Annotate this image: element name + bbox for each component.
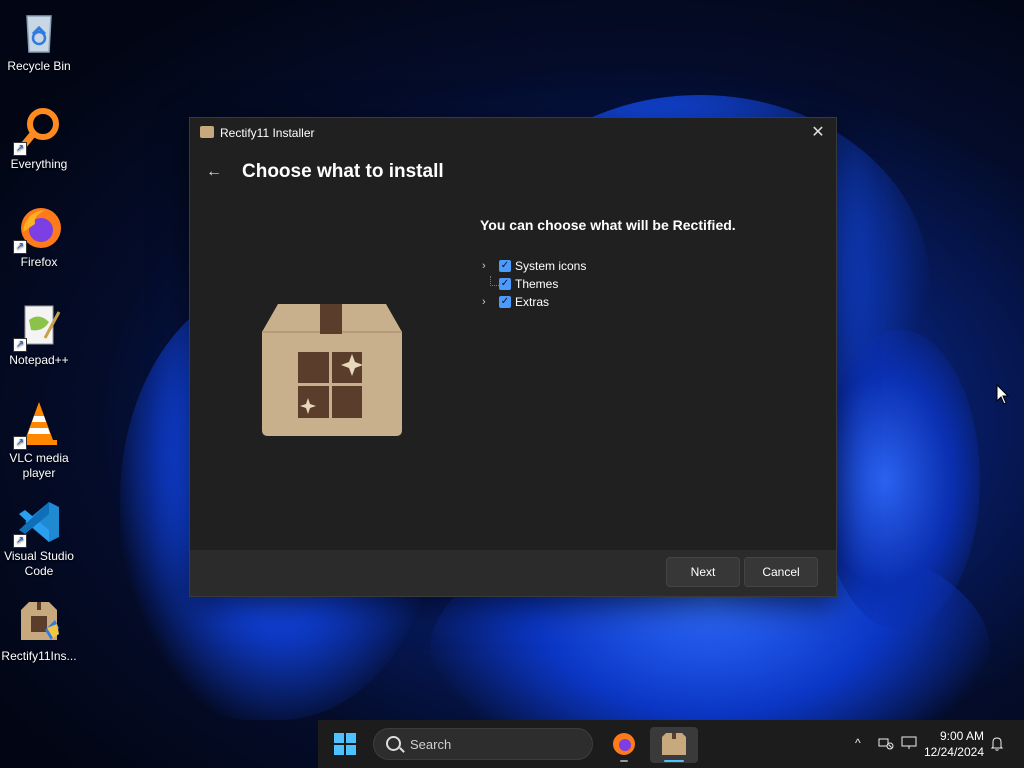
taskbar-clock[interactable]: 9:00 AM 12/24/2024 [918, 728, 984, 760]
checkbox-checked[interactable]: ✓ [499, 278, 511, 290]
desktop-icon-firefox[interactable]: ↗ Firefox [0, 204, 78, 270]
notification-bell-icon[interactable] [990, 736, 1004, 755]
shortcut-arrow-icon: ↗ [13, 534, 27, 548]
desktop-icon-rectify11-installer[interactable]: Rectify11Ins... [0, 598, 78, 664]
desktop-icon-label: VLC media player [9, 451, 69, 480]
search-icon [386, 736, 401, 751]
taskbar-firefox[interactable] [600, 727, 648, 763]
desktop-icon-everything[interactable]: ↗ Everything [0, 106, 78, 172]
desktop-icon-label: Visual Studio Code [4, 549, 74, 578]
taskbar-rectify11-installer[interactable] [650, 727, 698, 763]
desktop-icon-vlc[interactable]: ↗ VLC media player [0, 400, 78, 481]
clock-date: 12/24/2024 [923, 745, 984, 759]
desktop-icon-notepad-plus-plus[interactable]: ↗ Notepad++ [0, 302, 78, 368]
desktop-icon-recycle-bin[interactable]: Recycle Bin [0, 8, 78, 74]
next-button[interactable]: Next [666, 557, 740, 587]
title-bar[interactable]: Rectify11 Installer ✕ [190, 118, 836, 148]
desktop-icon-label: Everything [10, 157, 68, 171]
recycle-bin-icon [15, 8, 63, 56]
mouse-cursor [996, 383, 1010, 411]
desktop-icon-label: Firefox [20, 255, 58, 269]
start-windows-icon[interactable] [334, 733, 356, 755]
tree-item-label: Themes [515, 277, 559, 291]
chevron-right-icon[interactable]: › [482, 296, 492, 308]
desktop-icon-label: Notepad++ [9, 353, 69, 367]
package-box-illustration [252, 302, 412, 438]
checkbox-checked[interactable]: ✓ [499, 296, 511, 308]
vscode-icon: ↗ [13, 498, 63, 548]
chevron-right-icon[interactable]: › [482, 260, 492, 272]
shortcut-arrow-icon: ↗ [13, 142, 27, 156]
button-footer: Next Cancel [190, 550, 836, 596]
subtitle-text: You can choose what will be Rectified. [480, 217, 736, 233]
vlc-cone-icon: ↗ [13, 400, 63, 450]
shortcut-arrow-icon: ↗ [13, 436, 27, 450]
installer-window: Rectify11 Installer ✕ ← Choose what to i… [189, 117, 837, 597]
search-placeholder: Search [410, 737, 452, 752]
desktop-icon-vscode[interactable]: ↗ Visual Studio Code [0, 498, 78, 579]
desktop-icon-label: Rectify11Ins... [1, 649, 77, 663]
notepad-icon: ↗ [13, 302, 63, 352]
shortcut-arrow-icon: ↗ [13, 240, 27, 254]
back-arrow-icon[interactable]: ← [204, 162, 224, 182]
tree-item-label: Extras [515, 295, 550, 309]
desktop-icon-label: Recycle Bin [7, 59, 71, 73]
window-title: Rectify11 Installer [220, 126, 315, 140]
magnifier-icon: ↗ [13, 106, 63, 156]
package-icon [200, 126, 214, 138]
close-button[interactable]: ✕ [806, 122, 830, 144]
tray-overflow-chevron-icon[interactable]: ^ [855, 736, 861, 750]
taskbar-search-box[interactable]: Search [373, 728, 593, 760]
page-title: Choose what to install [242, 161, 444, 182]
tree-connector-line [490, 276, 499, 286]
clock-time: 9:00 AM [939, 729, 984, 743]
firefox-icon: ↗ [13, 204, 63, 254]
cancel-button[interactable]: Cancel [744, 557, 818, 587]
network-disconnected-icon[interactable] [878, 736, 894, 753]
shortcut-arrow-icon: ↗ [13, 338, 27, 352]
tree-item-label: System icons [515, 259, 587, 273]
wallpaper-swirl [820, 330, 980, 630]
package-icon [15, 598, 63, 646]
display-icon[interactable] [901, 736, 917, 753]
checkbox-checked[interactable]: ✓ [499, 260, 511, 272]
